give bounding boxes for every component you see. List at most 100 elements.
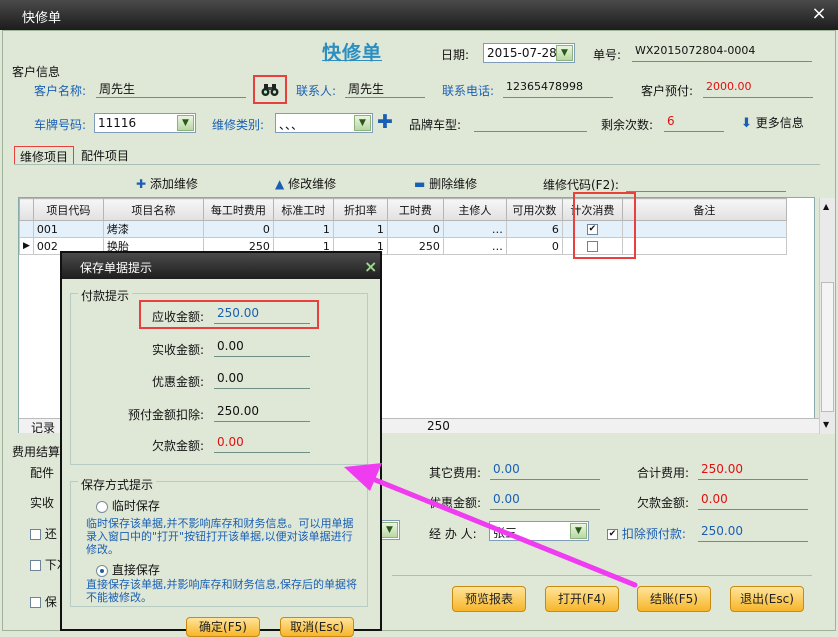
temp-save-label: 临时保存	[111, 499, 160, 513]
column-header[interactable]: 标准工时	[272, 198, 334, 221]
dialog-debt-value: 0.00	[214, 434, 310, 453]
remaining-label: 剩余次数:	[601, 118, 654, 132]
return-checkbox[interactable]: 还	[30, 525, 57, 542]
temp-save-note: 临时保存该单据,并不影响库存和财务信息。可以用单据录入窗口中的"打开"按钮打开该…	[86, 517, 354, 556]
column-header[interactable]: 工时费	[386, 198, 444, 221]
cell-remark[interactable]	[621, 220, 787, 238]
triangle-up-icon: ▲	[275, 177, 285, 191]
column-header[interactable]: 项目代码	[32, 198, 104, 221]
record-count-label: 记录	[31, 421, 56, 435]
date-value: 2015-07-28	[487, 46, 557, 60]
brand-field[interactable]	[474, 113, 587, 132]
cell-uses[interactable]: 6	[505, 220, 563, 238]
cell-name[interactable]: 烤漆	[102, 220, 204, 238]
plate-combo[interactable]: 11116 ▼	[94, 113, 196, 133]
cell-uses[interactable]: 0	[505, 237, 563, 255]
total-fee-value: 250.00	[698, 461, 808, 480]
repair-type-combo[interactable]: 、、、 ▼	[275, 113, 373, 133]
customer-name-field[interactable]: 周先生	[96, 79, 246, 98]
delete-repair-button[interactable]: ▬ 删除维修	[414, 175, 477, 192]
column-header[interactable]: 项目名称	[102, 198, 204, 221]
settlement-section-label: 费用结算	[12, 445, 61, 459]
order-no-value: WX2015072804-0004	[632, 43, 812, 62]
column-header[interactable]: 主修人	[442, 198, 507, 221]
more-info-label: 更多信息	[755, 116, 804, 130]
parts-fee-label: 配件	[30, 466, 55, 480]
date-picker[interactable]: 2015-07-28 ▼	[483, 43, 575, 63]
tab-repair-items[interactable]: 维修项目	[14, 146, 75, 164]
actual-label: 实收	[30, 496, 55, 510]
add-repair-type-icon[interactable]: ✚	[377, 111, 393, 133]
dialog-debt-label: 欠款金额:	[152, 439, 205, 453]
more-info-button[interactable]: ⬇ 更多信息	[741, 114, 804, 131]
plate-value: 11116	[98, 116, 137, 130]
order-no-label: 单号:	[593, 48, 622, 62]
cell-discount[interactable]: 1	[332, 220, 388, 238]
customer-section-label: 客户信息	[12, 65, 61, 79]
prepay-deduct-value: 250.00	[214, 403, 310, 422]
table-row[interactable]: 001 烤漆 0 1 1 0 … 6 ✔	[19, 220, 787, 238]
direct-save-radio[interactable]: 直接保存	[96, 561, 160, 578]
prepay-deduct-label: 预付金额扣除:	[128, 408, 205, 422]
search-customer-button[interactable]	[253, 75, 287, 104]
edit-repair-label: 修改维修	[288, 177, 337, 191]
chevron-down-icon[interactable]: ▼	[556, 45, 573, 61]
save-checkbox[interactable]: 保	[30, 593, 57, 610]
column-header[interactable]: 每工时费用	[202, 198, 274, 221]
scroll-up-icon[interactable]: ▲	[823, 202, 829, 211]
repair-code-input[interactable]	[626, 173, 786, 192]
cell-labor[interactable]: 0	[386, 220, 444, 238]
cell-labor[interactable]: 250	[386, 237, 444, 255]
chevron-down-icon[interactable]: ▼	[354, 115, 371, 131]
window-titlebar: 快修单 ×	[0, 0, 838, 30]
direct-save-label: 直接保存	[111, 563, 160, 577]
labor-total: 250	[427, 419, 450, 433]
edit-repair-button[interactable]: ▲ 修改维修	[275, 175, 336, 192]
add-repair-button[interactable]: ✚ 添加维修	[136, 175, 198, 192]
annotation-arrow-icon	[344, 463, 638, 588]
receivable-highlight	[139, 300, 319, 329]
contact-field[interactable]: 周先生	[345, 79, 425, 98]
table-scrollbar[interactable]: ▲ ▼	[819, 198, 835, 434]
repair-type-value: 、、、	[279, 118, 304, 132]
dialog-title: 保存单据提示	[80, 261, 153, 275]
scroll-down-icon[interactable]: ▼	[823, 420, 829, 429]
arrow-down-icon: ⬇	[741, 116, 752, 131]
column-header[interactable]: 折扣率	[332, 198, 388, 221]
confirm-button[interactable]: 确定(F5)	[186, 617, 260, 637]
scrollbar-thumb[interactable]	[821, 282, 834, 412]
exit-button[interactable]: 退出(Esc)	[730, 586, 804, 612]
phone-field[interactable]: 12365478998	[503, 79, 613, 98]
save-mode-group-label: 保存方式提示	[78, 476, 157, 493]
save-checkbox-label: 保	[44, 595, 57, 609]
tab-parts-items[interactable]: 配件项目	[76, 146, 134, 164]
cell-rate[interactable]: 0	[202, 220, 274, 238]
customer-name-label: 客户名称:	[34, 84, 87, 98]
plus-icon: ✚	[136, 177, 147, 191]
brand-label: 品牌车型:	[409, 118, 462, 132]
window-close-icon[interactable]: ×	[808, 5, 830, 24]
cell-remark[interactable]	[621, 237, 787, 255]
dialog-discount-field[interactable]: 0.00	[214, 370, 310, 389]
cell-tech[interactable]: …	[442, 237, 507, 255]
direct-save-note: 直接保存该单据,并影响库存和财务信息,保存后的单据将不能被修改。	[86, 578, 357, 604]
delete-repair-label: 删除维修	[429, 177, 478, 191]
count-consume-highlight	[573, 192, 636, 259]
contact-label: 联系人:	[296, 84, 337, 98]
prepay-value: 2000.00	[703, 79, 813, 98]
cell-tech[interactable]: …	[442, 220, 507, 238]
column-header[interactable]: 备注	[621, 198, 787, 221]
received-label: 实收金额:	[152, 343, 205, 357]
column-header[interactable]: 可用次数	[505, 198, 563, 221]
binoculars-icon	[261, 84, 279, 96]
dialog-close-icon[interactable]: ×	[364, 257, 377, 276]
cell-std-hours[interactable]: 1	[272, 220, 334, 238]
cancel-button[interactable]: 取消(Esc)	[280, 617, 354, 637]
date-label: 日期:	[441, 48, 470, 62]
row-pointer-icon: ▶	[19, 237, 34, 255]
cell-code[interactable]: 001	[32, 220, 104, 238]
chevron-down-icon[interactable]: ▼	[177, 115, 194, 131]
received-field[interactable]: 0.00	[214, 338, 310, 357]
dialog-discount-label: 优惠金额:	[152, 375, 205, 389]
temp-save-radio[interactable]: 临时保存	[96, 497, 160, 514]
